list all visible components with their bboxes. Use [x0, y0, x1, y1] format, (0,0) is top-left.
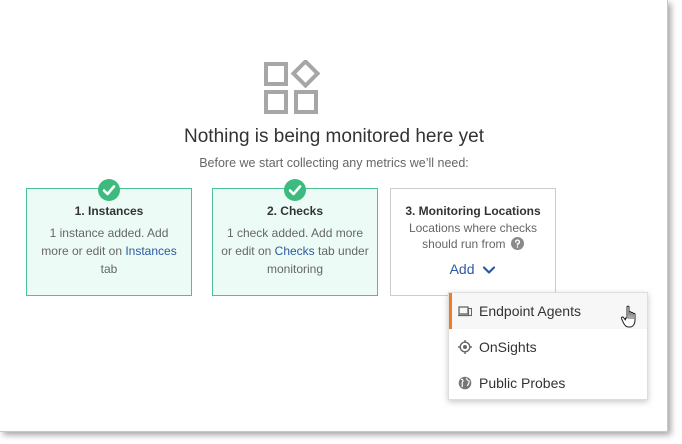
add-label: Add: [449, 261, 475, 277]
check-circle-icon: [284, 179, 306, 201]
step-description: Locations where checks should run from: [399, 220, 547, 252]
step-card-monitoring-locations: 3. Monitoring Locations Locations where …: [390, 188, 556, 296]
page-title: Nothing is being monitored here yet: [184, 126, 484, 147]
hand-pointer-cursor-icon: [620, 305, 636, 328]
menu-item-public-probes[interactable]: Public Probes: [449, 365, 647, 401]
step-card-instances: 1. Instances 1 instance added. Add more …: [26, 179, 192, 296]
app-panel: Nothing is being monitored here yet Befo…: [0, 0, 668, 432]
instances-tab-link[interactable]: Instances: [125, 244, 176, 258]
menu-item-label: Public Probes: [479, 375, 566, 391]
step-card-checks: 2. Checks 1 check added. Add more or edi…: [212, 179, 378, 296]
step-description: 1 instance added. Add more or edit on In…: [35, 224, 183, 278]
question-circle-icon[interactable]: [510, 237, 524, 250]
step-title: 2. Checks: [266, 204, 324, 218]
menu-item-label: Endpoint Agents: [479, 303, 581, 319]
menu-item-label: OnSights: [479, 339, 537, 355]
check-circle-icon: [98, 179, 120, 201]
step-title: 3. Monitoring Locations: [405, 204, 541, 218]
menu-item-onsights[interactable]: OnSights: [449, 329, 647, 365]
location-dropdown-menu: Endpoint Agents OnSights Public Probes: [448, 292, 648, 400]
widgets-icon: [264, 60, 320, 114]
menu-item-endpoint-agents[interactable]: Endpoint Agents: [449, 293, 647, 329]
step-desc-text: tab: [100, 262, 118, 276]
add-location-dropdown-toggle[interactable]: Add: [391, 261, 555, 277]
target-icon: [458, 340, 472, 354]
checks-tab-link[interactable]: Checks: [275, 244, 315, 258]
step-title: 1. Instances: [74, 204, 144, 218]
globe-icon: [458, 376, 472, 390]
chevron-down-icon: [483, 266, 496, 274]
laptop-device-icon: [458, 306, 472, 317]
step-description: 1 check added. Add more or edit on Check…: [221, 224, 369, 278]
page-subtitle: Before we start collecting any metrics w…: [199, 156, 469, 170]
